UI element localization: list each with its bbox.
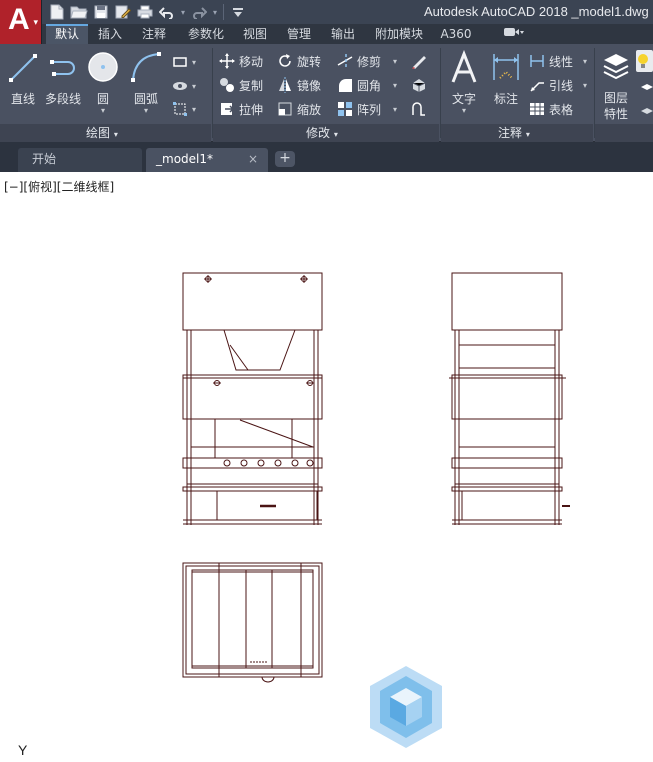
cad-drawing xyxy=(182,272,570,683)
front-elevation xyxy=(182,272,323,525)
plan-view xyxy=(182,562,323,683)
autocad-window: ▾ ▾ Autodesk AutoCAD 2018 _model1.dwg A … xyxy=(0,0,653,762)
watermark-logo xyxy=(370,666,442,748)
ucs-axis-label: Y xyxy=(18,742,28,758)
side-elevation xyxy=(449,272,570,525)
